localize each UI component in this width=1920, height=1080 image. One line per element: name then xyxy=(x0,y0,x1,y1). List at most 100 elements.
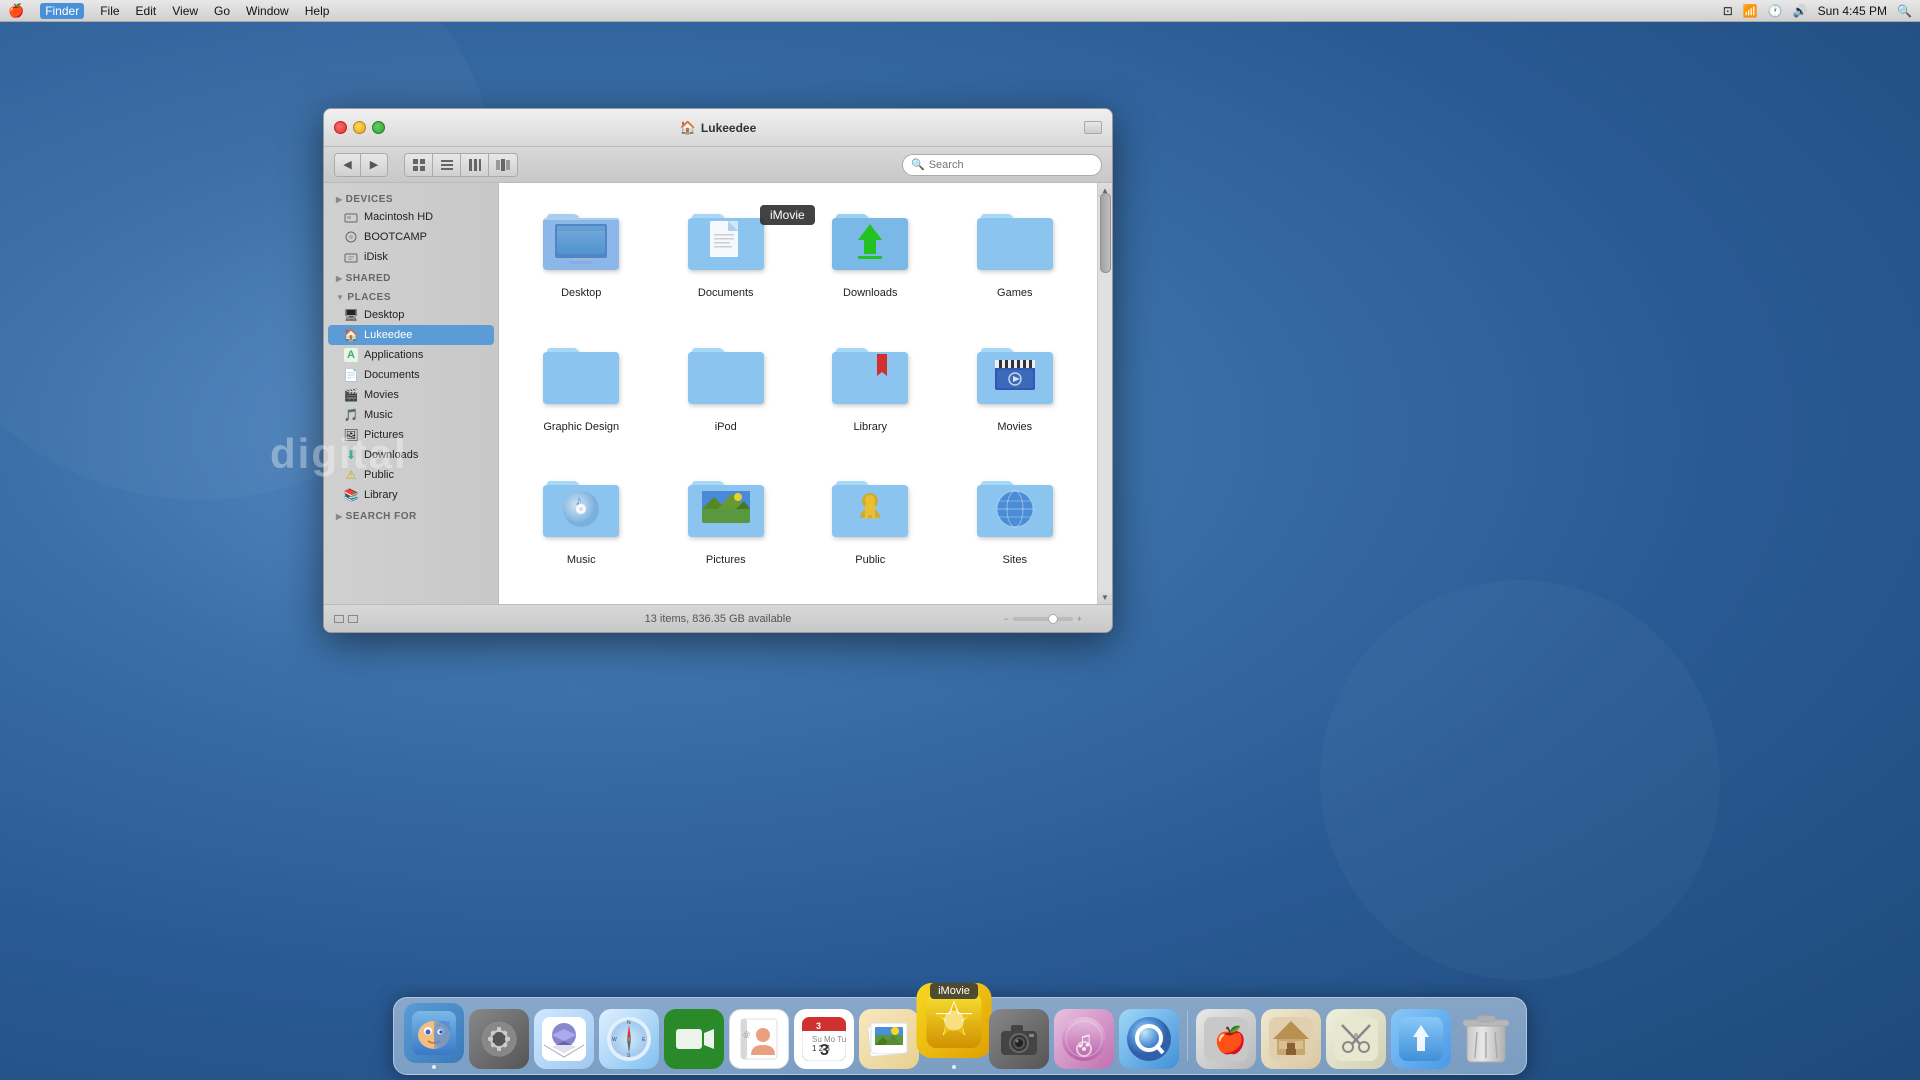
search-input[interactable] xyxy=(929,159,1093,171)
view-menu[interactable]: View xyxy=(172,4,198,18)
zoom-slider[interactable] xyxy=(1013,617,1073,621)
forward-button[interactable]: ▶ xyxy=(361,154,387,176)
zoom-thumb[interactable] xyxy=(1048,614,1058,624)
dock-item-quicktime[interactable]: QuickTime xyxy=(1119,1009,1179,1069)
file-item-music[interactable]: ♪ Music xyxy=(514,465,649,589)
scrollbar-thumb[interactable] xyxy=(1100,193,1111,273)
dock-item-sysprefs[interactable]: System Preferences xyxy=(469,1009,529,1069)
edit-menu[interactable]: Edit xyxy=(136,4,157,18)
screensharing-app-icon[interactable] xyxy=(989,1009,1049,1069)
file-item-downloads[interactable]: Downloads xyxy=(803,198,938,322)
shared-header[interactable]: ▶ SHARED xyxy=(324,267,498,286)
maximize-button[interactable] xyxy=(1084,121,1102,134)
devices-header[interactable]: ▶ DEVICES xyxy=(324,188,498,207)
window-menu[interactable]: Window xyxy=(246,4,289,18)
downloads-stack-icon[interactable] xyxy=(1391,1009,1451,1069)
desktop-label-sidebar: Desktop xyxy=(364,309,404,321)
sidebar-item-desktop[interactable]: 🖥 Desktop xyxy=(324,305,498,325)
zoom-plus[interactable]: + xyxy=(1077,614,1082,624)
column-view-button[interactable] xyxy=(461,154,489,176)
help-menu[interactable]: Help xyxy=(305,4,330,18)
sidebar-item-pictures[interactable]: 🖼 Pictures xyxy=(324,425,498,445)
dock-item-ical[interactable]: 3 Su Mo Tu 1 2 3 3 iCal xyxy=(794,1009,854,1069)
itunes-app-icon[interactable]: ♫ xyxy=(1054,1009,1114,1069)
scroll-down-arrow[interactable]: ▼ xyxy=(1098,590,1112,604)
svg-text:W: W xyxy=(612,1037,617,1043)
sidebar-item-library[interactable]: 📚 Library xyxy=(324,485,498,505)
movies-folder-icon xyxy=(977,340,1053,416)
sidebar-item-macintosh-hd[interactable]: Macintosh HD xyxy=(324,207,498,227)
facetime-app-icon[interactable] xyxy=(664,1009,724,1069)
spotlight-icon[interactable]: 🔍 xyxy=(1897,4,1912,18)
file-item-library[interactable]: Library xyxy=(803,332,938,456)
finder-app-icon[interactable] xyxy=(404,1003,464,1063)
dock-item-safari[interactable]: N S E W Safari xyxy=(599,1009,659,1069)
file-item-public[interactable]: Public xyxy=(803,465,938,589)
sidebar-item-lukeedee[interactable]: 🏠 Lukeedee xyxy=(328,325,494,345)
places-header[interactable]: ▼ PLACES xyxy=(324,286,498,305)
safari-app-icon[interactable]: N S E W xyxy=(599,1009,659,1069)
ical-app-icon[interactable]: 3 Su Mo Tu 1 2 3 3 xyxy=(794,1009,854,1069)
close-button[interactable] xyxy=(334,121,347,134)
sidebar-item-public[interactable]: ⚠ Public xyxy=(324,465,498,485)
file-item-pictures[interactable]: Pictures xyxy=(659,465,794,589)
mail-app-icon[interactable] xyxy=(534,1009,594,1069)
sidebar-item-applications[interactable]: A Applications xyxy=(324,345,498,365)
music-label: Music xyxy=(364,409,393,421)
go-menu[interactable]: Go xyxy=(214,4,230,18)
scrollbar-track[interactable]: ▲ ▼ xyxy=(1097,183,1112,604)
dock-item-addressbook[interactable]: @ Address Book xyxy=(729,1009,789,1069)
library-label: Library xyxy=(364,489,398,501)
dock-item-trash[interactable]: Trash xyxy=(1456,1009,1516,1069)
dock-item-imovie[interactable]: iMovie xyxy=(924,1003,984,1069)
back-button[interactable]: ◀ xyxy=(335,154,361,176)
dock-item-itunes[interactable]: ♫ iTunes xyxy=(1054,1009,1114,1069)
svg-text:3: 3 xyxy=(820,1042,829,1059)
sysprefs-app-icon[interactable] xyxy=(469,1009,529,1069)
file-item-graphic-design[interactable]: Graphic Design xyxy=(514,332,649,456)
file-item-ipod[interactable]: iPod xyxy=(659,332,794,456)
minimize-button[interactable] xyxy=(353,121,366,134)
applestore-app-icon[interactable]: 🍎 xyxy=(1196,1009,1256,1069)
file-item-games[interactable]: Games xyxy=(948,198,1083,322)
dock-item-facetime[interactable]: FaceTime xyxy=(664,1009,724,1069)
dock-item-filemerge[interactable]: FileMerge xyxy=(1326,1009,1386,1069)
dock-item-screensharing[interactable]: Screensharing xyxy=(989,1009,1049,1069)
quicktime-app-icon[interactable] xyxy=(1119,1009,1179,1069)
iphoto-app-icon[interactable] xyxy=(859,1009,919,1069)
apple-menu[interactable]: 🍎 xyxy=(8,3,24,19)
filemerge-app-icon[interactable] xyxy=(1326,1009,1386,1069)
finder-menu[interactable]: Finder xyxy=(40,3,84,19)
coverflow-view-button[interactable] xyxy=(489,154,517,176)
dock-item-mail[interactable]: Mail xyxy=(534,1009,594,1069)
zoom-button[interactable] xyxy=(372,121,385,134)
zoom-minus[interactable]: − xyxy=(1003,614,1008,624)
clock-icon[interactable]: 🕐 xyxy=(1768,4,1783,18)
file-item-movies[interactable]: Movies xyxy=(948,332,1083,456)
trash-app-icon[interactable] xyxy=(1456,1009,1516,1069)
volume-icon[interactable]: 🔊 xyxy=(1793,4,1808,18)
sidebar-item-idisk[interactable]: iDisk xyxy=(324,247,498,267)
files-grid: Desktop xyxy=(499,183,1097,604)
sidebar-item-downloads[interactable]: ⬇ Downloads xyxy=(324,445,498,465)
sidebar-item-music[interactable]: 🎵 Music xyxy=(324,405,498,425)
search-for-header[interactable]: ▶ SEARCH FOR xyxy=(324,505,498,524)
dock-item-finder[interactable]: Finder xyxy=(404,1003,464,1069)
sidebar-item-bootcamp[interactable]: BOOTCAMP xyxy=(324,227,498,247)
list-view-button[interactable] xyxy=(433,154,461,176)
sidebar-item-documents[interactable]: 📄 Documents xyxy=(324,365,498,385)
file-item-sites[interactable]: Sites xyxy=(948,465,1083,589)
applications-label: Applications xyxy=(364,349,423,361)
home-app-icon[interactable] xyxy=(1261,1009,1321,1069)
addressbook-app-icon[interactable]: @ xyxy=(729,1009,789,1069)
dock-item-applestore[interactable]: 🍎 Apple Store xyxy=(1196,1009,1256,1069)
search-bar[interactable]: 🔍 xyxy=(902,154,1102,176)
file-menu[interactable]: File xyxy=(100,4,119,18)
file-item-desktop[interactable]: Desktop xyxy=(514,198,649,322)
dock-item-iphoto[interactable]: iPhoto xyxy=(859,1009,919,1069)
sidebar-item-movies[interactable]: 🎬 Movies xyxy=(324,385,498,405)
dock-item-downloads-stack[interactable]: Downloads Stack xyxy=(1391,1009,1451,1069)
icon-view-button[interactable] xyxy=(405,154,433,176)
dock-item-home[interactable]: Home xyxy=(1261,1009,1321,1069)
wifi-icon[interactable]: 📶 xyxy=(1743,4,1758,18)
